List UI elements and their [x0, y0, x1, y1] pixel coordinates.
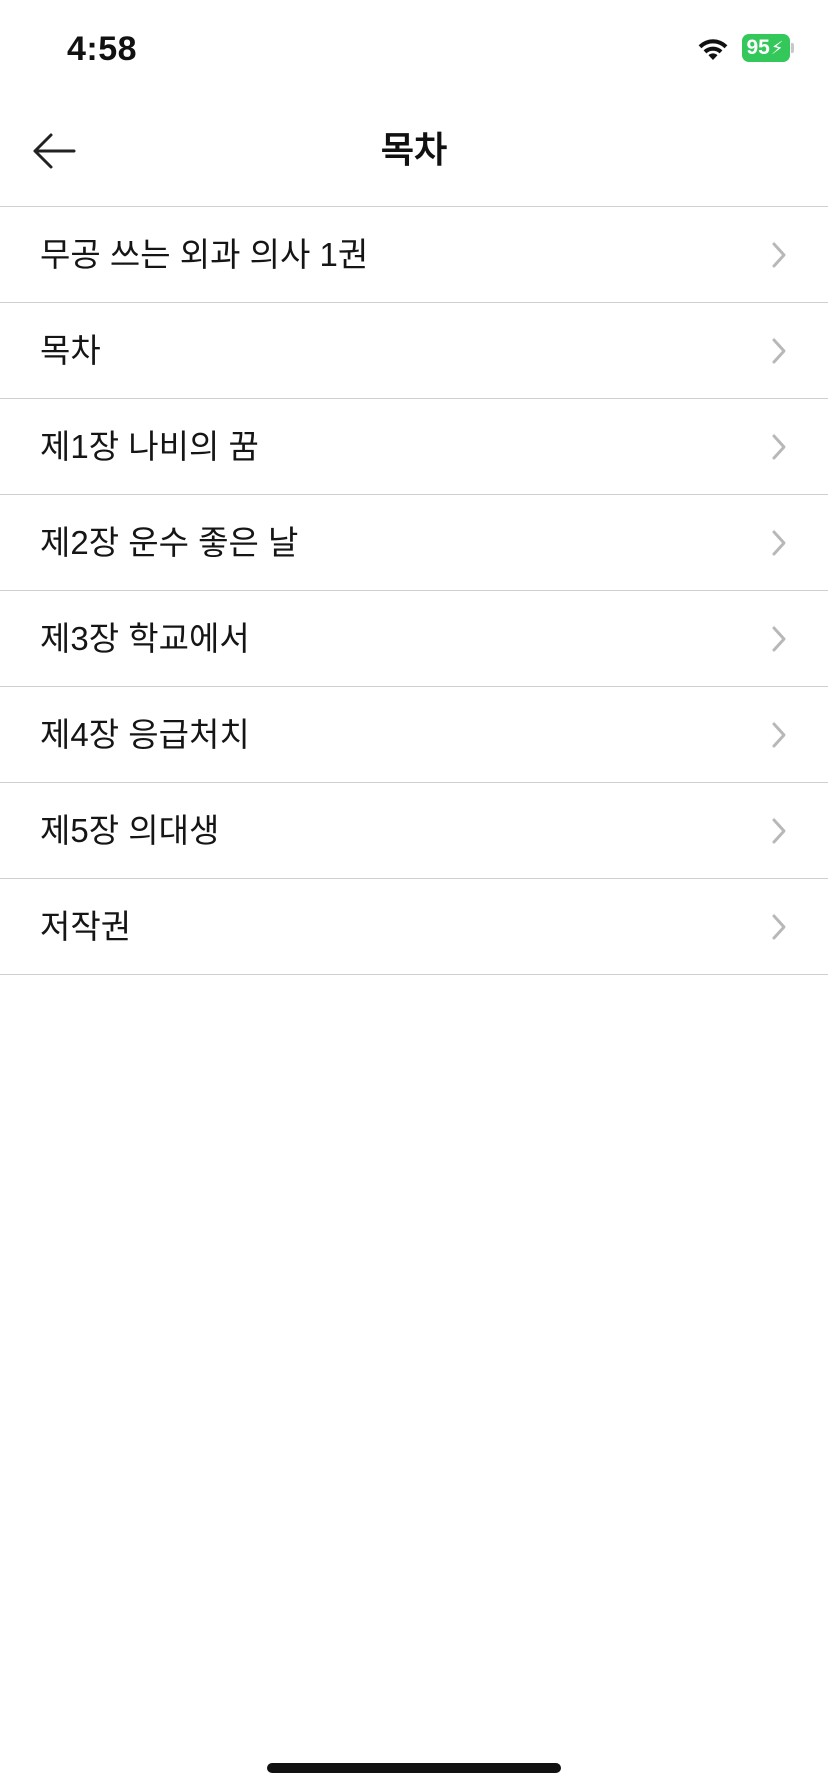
toc-item[interactable]: 제2장 운수 좋은 날 [0, 495, 828, 591]
battery-tip [791, 43, 794, 53]
battery-level: 95 [746, 36, 770, 59]
navigation-bar: 목차 [0, 100, 828, 207]
toc-item[interactable]: 무공 쓰는 외과 의사 1권 [0, 207, 828, 303]
chevron-right-icon [772, 530, 786, 556]
toc-item-label: 제4장 응급처치 [40, 716, 250, 753]
toc-item[interactable]: 제1장 나비의 꿈 [0, 399, 828, 495]
page-title: 목차 [380, 129, 448, 170]
battery-level-body: 95 ⚡ [742, 34, 790, 62]
toc-item-label: 제2장 운수 좋은 날 [40, 524, 299, 561]
toc-item-label: 제5장 의대생 [40, 812, 220, 849]
chevron-right-icon [772, 722, 786, 748]
battery-icon: 95 ⚡ [742, 34, 794, 62]
toc-item[interactable]: 제3장 학교에서 [0, 591, 828, 687]
home-indicator[interactable] [267, 1763, 561, 1773]
toc-item-label: 제1장 나비의 꿈 [40, 428, 259, 465]
chevron-right-icon [772, 242, 786, 268]
table-of-contents-list: 무공 쓰는 외과 의사 1권목차제1장 나비의 꿈제2장 운수 좋은 날제3장 … [0, 207, 828, 975]
chevron-right-icon [772, 338, 786, 364]
status-bar: 4:58 95 ⚡ [0, 0, 828, 100]
toc-item[interactable]: 제4장 응급처치 [0, 687, 828, 783]
toc-item-label: 저작권 [40, 908, 132, 945]
chevron-right-icon [772, 626, 786, 652]
toc-item[interactable]: 저작권 [0, 879, 828, 975]
status-time: 4:58 [67, 30, 138, 68]
charging-bolt-icon: ⚡ [770, 38, 784, 58]
chevron-right-icon [772, 818, 786, 844]
toc-item-label: 제3장 학교에서 [40, 620, 250, 657]
chevron-right-icon [772, 914, 786, 940]
toc-item[interactable]: 목차 [0, 303, 828, 399]
toc-item-label: 무공 쓰는 외과 의사 1권 [40, 236, 369, 273]
toc-item[interactable]: 제5장 의대생 [0, 783, 828, 879]
toc-item-label: 목차 [40, 332, 101, 369]
status-indicators: 95 ⚡ [696, 34, 794, 62]
chevron-right-icon [772, 434, 786, 460]
wifi-icon [698, 39, 728, 60]
